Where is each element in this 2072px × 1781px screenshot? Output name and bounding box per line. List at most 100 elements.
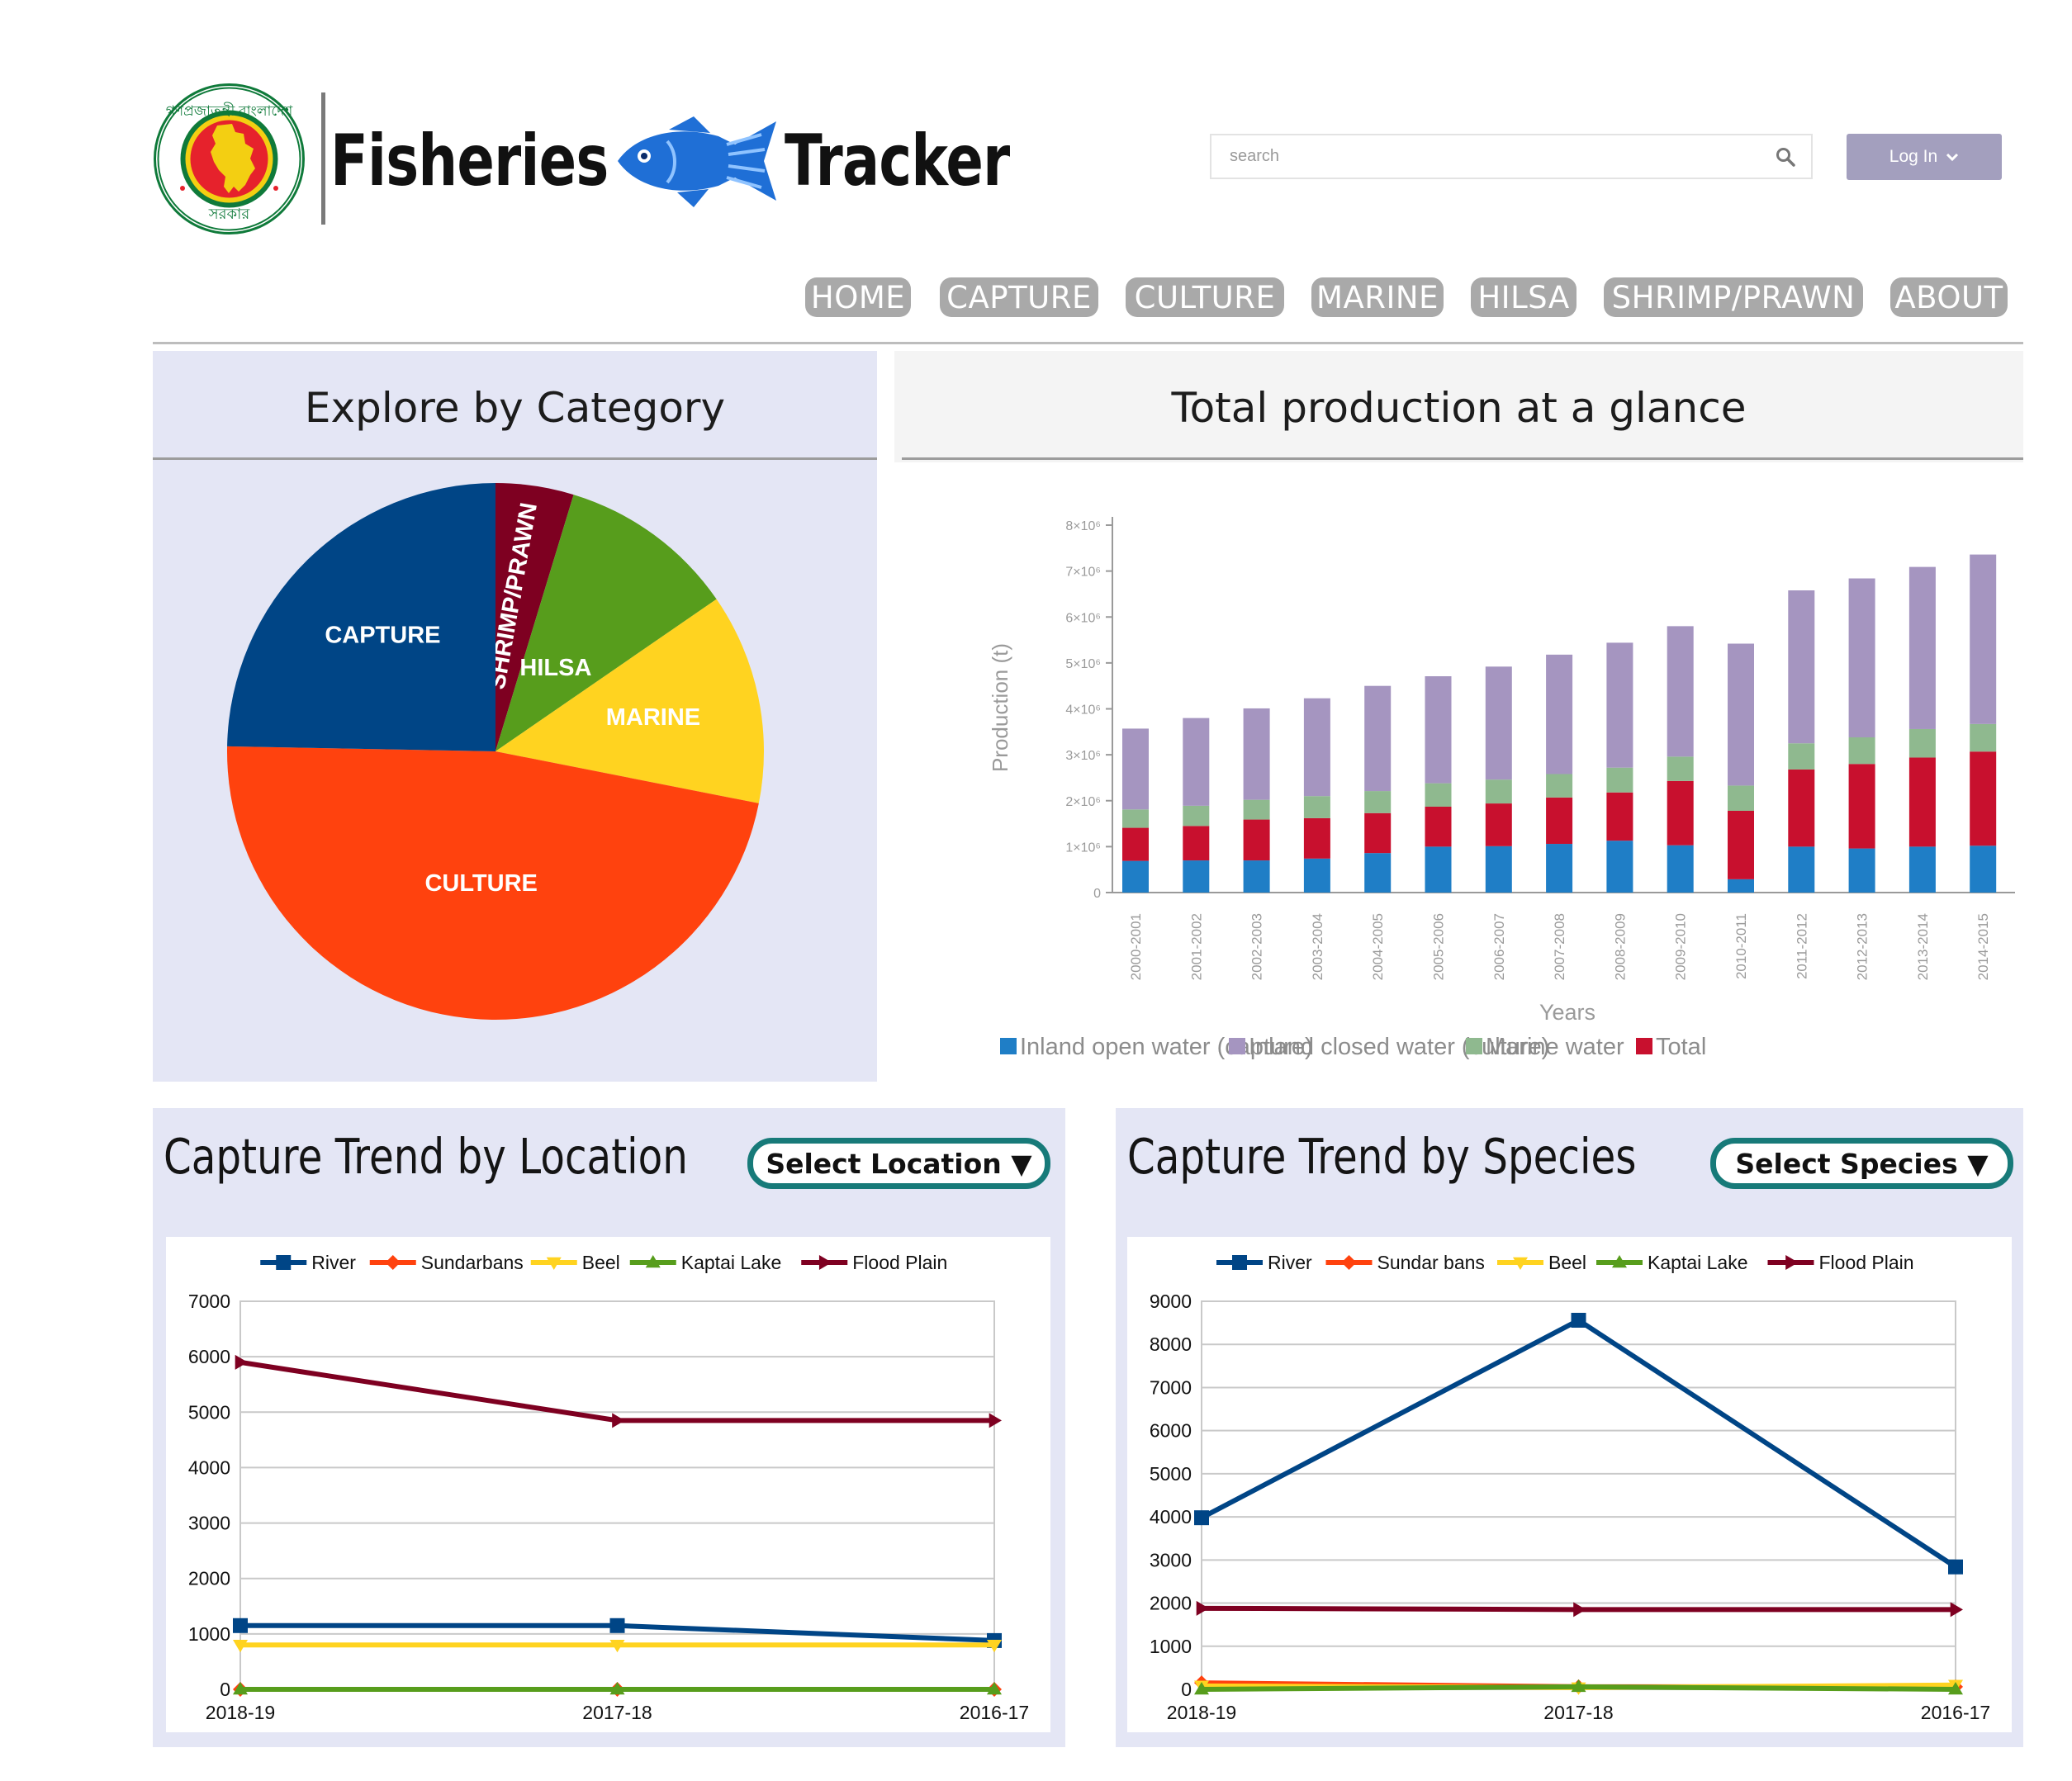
bar-total[interactable] [1425,806,1452,847]
bar-marine-water[interactable] [1908,728,1936,758]
bar-inland-closed-water-culture[interactable] [1848,578,1875,737]
nav-item-about[interactable]: ABOUT [1890,277,2008,317]
bar-marine-water[interactable] [1848,737,1875,765]
bar-marine-water[interactable] [1606,767,1633,793]
bar-inland-open-water-capture[interactable] [1667,845,1694,893]
bar-total[interactable] [1364,812,1392,854]
data-point-flood-plain[interactable] [1950,1602,1963,1618]
total-production-bar-chart[interactable]: 0 1×10⁶ 2×10⁶ 3×10⁶ 4×10⁶ 5×10⁶ 6×10⁶ 7×10⁶ 8×10… [894,462,2023,1082]
legend-marker-sundarbans[interactable] [385,1255,401,1270]
bangladesh-government-seal-icon[interactable]: গণপ্রজাতন্ত্রী বাংলাদেশ সরকার [153,83,306,235]
bar-inland-closed-water-culture[interactable] [1425,676,1452,784]
bar-total[interactable] [1485,803,1512,846]
nav-item-culture[interactable]: CULTURE [1126,277,1284,317]
bar-marine-water[interactable] [1183,805,1210,827]
login-button[interactable]: Log In [1847,134,2002,180]
bar-inland-open-water-capture[interactable] [1606,841,1633,893]
bar-total[interactable] [1970,751,1997,846]
bar-marine-water[interactable] [1122,809,1149,828]
data-point-river[interactable] [233,1618,248,1633]
bar-inland-open-water-capture[interactable] [1122,860,1149,893]
bar-marine-water[interactable] [1546,774,1573,798]
bar-marine-water[interactable] [1303,796,1330,818]
series-line-river[interactable] [1200,1317,1957,1570]
select-species-dropdown[interactable]: Select Species ▼ [1710,1138,2013,1189]
bar-inland-closed-water-culture[interactable] [1122,728,1149,810]
bar-inland-closed-water-culture[interactable] [1303,698,1330,797]
bar-marine-water[interactable] [1485,779,1512,804]
category-pie-chart[interactable]: SHRIMP/PRAWNHILSAMARINECULTURECAPTURE [153,483,877,1061]
bar-inland-open-water-capture[interactable] [1788,846,1815,893]
bar-total[interactable] [1667,780,1694,846]
bar-inland-closed-water-culture[interactable] [1606,642,1633,768]
bar-inland-open-water-capture[interactable] [1546,844,1573,893]
bar-inland-open-water-capture[interactable] [1485,846,1512,893]
bar-total[interactable] [1546,797,1573,845]
species-line-chart[interactable]: 0 1000 2000 3000 4000 5000 6000 7000 8000 9000 201… [1127,1237,2012,1732]
bar-inland-open-water-capture[interactable] [1728,879,1754,893]
search-input[interactable] [1211,135,1757,178]
bar-total[interactable] [1848,764,1875,849]
search-box[interactable] [1210,134,1813,179]
bar-inland-closed-water-culture[interactable] [1970,554,1997,724]
bar-marine-water[interactable] [1970,723,1997,752]
legend-marker-river[interactable] [276,1255,292,1270]
bar-inland-open-water-capture[interactable] [1848,848,1875,893]
bar-marine-water[interactable] [1425,783,1452,807]
bar-inland-open-water-capture[interactable] [1970,846,1997,893]
bar-marine-water[interactable] [1364,791,1392,813]
pie-slice-capture[interactable] [227,483,495,751]
bar-total[interactable] [1183,826,1210,861]
nav-item-marine[interactable]: MARINE [1311,277,1444,317]
legend-marker-sundar-bans[interactable] [1341,1255,1357,1270]
legend-label-kaptai-lake: Kaptai Lake [681,1252,781,1273]
legend-marker-flood-plain[interactable] [818,1255,832,1270]
search-icon[interactable] [1775,146,1796,168]
legend-marker-river[interactable] [1232,1255,1247,1270]
bar-marine-water[interactable] [1788,743,1815,770]
bar-inland-closed-water-culture[interactable] [1183,718,1210,806]
bar-inland-closed-water-culture[interactable] [1364,685,1392,792]
bar-inland-closed-water-culture[interactable] [1485,666,1512,780]
bar-inland-closed-water-culture[interactable] [1908,566,1936,729]
data-point-flood-plain[interactable] [1573,1602,1586,1618]
bar-inland-open-water-capture[interactable] [1425,846,1452,893]
bar-total[interactable] [1122,827,1149,861]
bar-inland-closed-water-culture[interactable] [1667,626,1694,757]
nav-item-home[interactable]: HOME [805,277,911,317]
nav-item-shrimp-prawn[interactable]: SHRIMP/PRAWN [1604,277,1863,317]
data-point-flood-plain[interactable] [612,1413,625,1428]
nav-item-capture[interactable]: CAPTURE [940,277,1098,317]
data-point-river[interactable] [1948,1559,1963,1575]
bar-marine-water[interactable] [1243,799,1270,820]
bar-inland-open-water-capture[interactable] [1183,860,1210,893]
bar-inland-closed-water-culture[interactable] [1243,708,1270,800]
legend-marker-flood-plain[interactable] [1785,1255,1799,1270]
bar-inland-closed-water-culture[interactable] [1546,654,1573,774]
bar-total[interactable] [1303,817,1330,859]
data-point-river[interactable] [1194,1510,1209,1526]
bar-inland-closed-water-culture[interactable] [1788,590,1815,744]
nav-item-hilsa[interactable]: HILSA [1471,277,1577,317]
select-location-dropdown[interactable]: Select Location ▼ [747,1138,1050,1189]
bar-total[interactable] [1788,769,1815,847]
data-point-flood-plain[interactable] [989,1413,1002,1428]
bar-marine-water[interactable] [1728,785,1754,811]
bar-total[interactable] [1606,792,1633,841]
bar-marine-water[interactable] [1667,756,1694,781]
y-tick-label: 4000 [1150,1506,1192,1528]
bar-total[interactable] [1908,757,1936,847]
brand-logo[interactable]: Fisheries Tracker [330,107,1010,215]
bar-inland-open-water-capture[interactable] [1303,858,1330,893]
bar-inland-closed-water-culture[interactable] [1728,643,1754,786]
bar-inland-open-water-capture[interactable] [1908,846,1936,893]
bar-inland-open-water-capture[interactable] [1243,860,1270,893]
data-point-river[interactable] [609,1618,625,1633]
bar-inland-open-water-capture[interactable] [1364,853,1392,893]
species-chart-card: 0 1000 2000 3000 4000 5000 6000 7000 8000 9000 201… [1127,1237,2012,1732]
bar-total[interactable] [1728,810,1754,879]
data-point-river[interactable] [1571,1312,1586,1328]
y-tick-label: 0 [1093,887,1101,901]
bar-total[interactable] [1243,819,1270,861]
location-line-chart[interactable]: 0 1000 2000 3000 4000 5000 6000 7000 2018-19 2017… [166,1237,1050,1732]
